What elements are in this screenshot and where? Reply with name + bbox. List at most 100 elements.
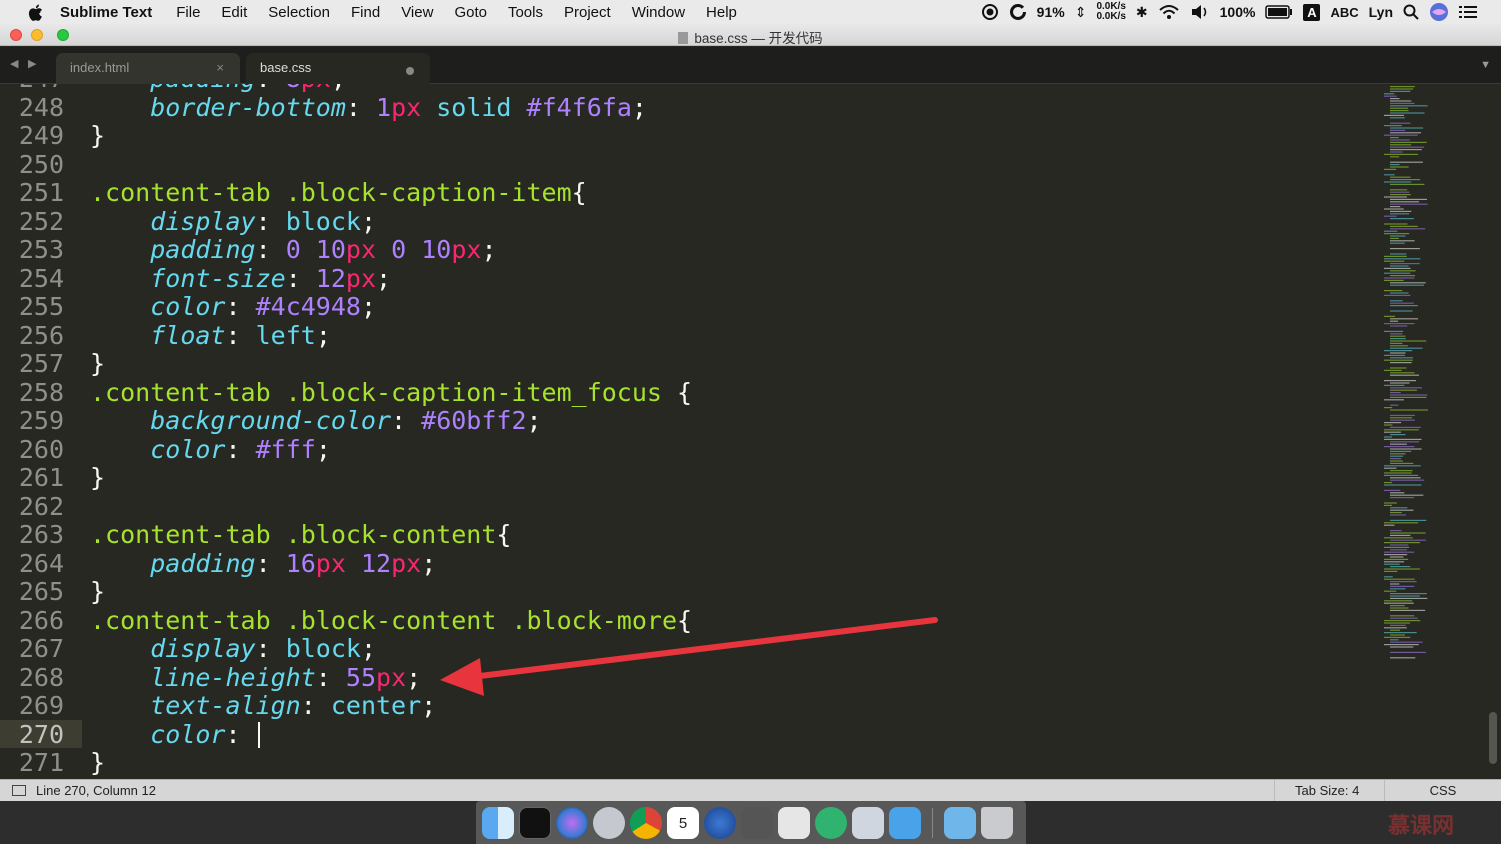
siri-icon[interactable]	[1429, 2, 1449, 22]
minimap-line	[1384, 323, 1415, 325]
record-icon[interactable]	[981, 3, 999, 21]
edge-icon[interactable]	[704, 806, 736, 839]
minimap-line	[1390, 218, 1414, 220]
minimap-line	[1384, 134, 1418, 136]
updown-arrows-icon: ⇕	[1074, 3, 1087, 20]
minimap-line	[1390, 404, 1399, 406]
tab-back-arrow-icon[interactable]: ◀	[10, 57, 18, 70]
menu-help[interactable]: Help	[706, 4, 737, 21]
menu-find[interactable]: Find	[351, 4, 380, 21]
line-number: 268	[18, 662, 64, 692]
menu-project[interactable]: Project	[564, 4, 611, 21]
minimap-line	[1390, 102, 1415, 104]
menu-app-name[interactable]: Sublime Text	[60, 4, 152, 21]
minimap-line	[1390, 372, 1415, 374]
unsaved-dot-icon[interactable]	[406, 67, 414, 75]
minimap[interactable]	[1382, 84, 1482, 664]
minimap-line	[1384, 181, 1412, 183]
minimap-line	[1390, 392, 1401, 394]
menu-tools[interactable]: Tools	[508, 4, 543, 21]
menu-file[interactable]: File	[176, 4, 200, 21]
code-token: block	[285, 634, 361, 663]
minimap-line	[1384, 636, 1411, 638]
input-source[interactable]: ABC	[1330, 5, 1358, 20]
syntax-selector[interactable]: CSS	[1384, 780, 1501, 801]
network-speed[interactable]: 0.0K/s 0.0K/s	[1096, 2, 1125, 22]
code-token: {	[496, 520, 512, 549]
code-line: float: left;	[150, 320, 331, 350]
minimap-line	[1390, 362, 1412, 364]
code-line: }	[90, 464, 105, 492]
downloads-folder-icon[interactable]	[944, 806, 976, 839]
minimap-line	[1390, 129, 1406, 131]
keynote-icon[interactable]	[778, 806, 810, 839]
line-number: 265	[18, 577, 64, 606]
menu-selection[interactable]: Selection	[268, 4, 330, 21]
minimap-line	[1384, 290, 1403, 292]
line-number: 255	[18, 292, 64, 321]
sublime-text-icon[interactable]	[741, 806, 773, 839]
terminal-icon[interactable]	[519, 806, 551, 839]
user-name[interactable]: Lyn	[1369, 4, 1393, 20]
tab-size-selector[interactable]: Tab Size: 4	[1274, 780, 1384, 801]
minimap-line	[1390, 512, 1402, 514]
notification-center-icon[interactable]	[1459, 5, 1477, 19]
menu-view[interactable]: View	[401, 4, 433, 21]
code-line: text-align: center;	[150, 691, 437, 720]
minimap-line	[1384, 576, 1393, 578]
calendar-icon[interactable]: 5	[667, 806, 699, 839]
minimap-line	[1390, 198, 1428, 200]
siri-icon[interactable]	[556, 806, 588, 839]
spotlight-search-icon[interactable]	[1403, 4, 1419, 20]
minimap-line	[1384, 233, 1410, 235]
trash-icon[interactable]	[981, 806, 1013, 839]
tab-index-html[interactable]: index.html ×	[56, 53, 240, 84]
minimap-line	[1390, 265, 1409, 267]
minimap-line	[1384, 489, 1401, 491]
minimap-line	[1390, 105, 1428, 107]
battery-percent[interactable]: 100%	[1220, 4, 1256, 20]
minimap-line	[1390, 100, 1412, 102]
tab-base-css[interactable]: base.css	[246, 53, 430, 84]
tab-dropdown-icon[interactable]: ▼	[1480, 59, 1491, 71]
tab-close-icon[interactable]: ×	[216, 60, 224, 75]
cpu-ring-icon[interactable]	[1009, 3, 1027, 21]
menu-goto[interactable]: Goto	[454, 4, 487, 21]
tab-forward-arrow-icon[interactable]: ▶	[28, 57, 36, 70]
minimap-line	[1384, 272, 1411, 274]
minimap-line	[1390, 107, 1408, 109]
minimap-line	[1390, 141, 1427, 143]
menu-edit[interactable]: Edit	[221, 4, 247, 21]
menu-window[interactable]: Window	[632, 4, 685, 21]
bluetooth-icon[interactable]: ✱	[1136, 4, 1148, 21]
panel-toggle-icon[interactable]	[12, 785, 26, 796]
battery-icon[interactable]	[1265, 5, 1293, 19]
apple-menu-icon[interactable]	[24, 4, 46, 21]
code-line: padding: 0 10px 0 10px;	[150, 235, 497, 264]
minimap-line	[1390, 333, 1403, 335]
vertical-scrollbar[interactable]	[1489, 712, 1497, 764]
watermark-logo: 慕课网	[1388, 813, 1455, 838]
browser-icon[interactable]	[815, 806, 847, 839]
volume-icon[interactable]	[1190, 4, 1210, 20]
chrome-icon[interactable]	[630, 806, 662, 839]
xcode-icon[interactable]	[889, 806, 921, 839]
wifi-icon[interactable]	[1158, 4, 1180, 20]
mail-icon[interactable]	[852, 806, 884, 839]
finder-icon[interactable]	[482, 806, 514, 839]
input-source-icon[interactable]: A	[1303, 3, 1321, 21]
minimap-line	[1390, 414, 1415, 416]
cpu-usage[interactable]: 91%	[1037, 4, 1065, 20]
minimap-line	[1384, 472, 1412, 474]
minimap-line	[1384, 446, 1415, 448]
minimap-line	[1390, 605, 1405, 607]
line-number: 248	[18, 92, 64, 122]
minimap-line	[1384, 350, 1413, 352]
code-editor[interactable]: 2472482492502512522532542552562572582592…	[0, 84, 1501, 779]
minimap-line	[1390, 477, 1421, 479]
launchpad-icon[interactable]	[593, 806, 625, 839]
minimap-line	[1384, 632, 1417, 634]
minimap-line	[1390, 367, 1407, 369]
minimap-line	[1390, 417, 1413, 419]
minimap-line	[1390, 507, 1408, 509]
